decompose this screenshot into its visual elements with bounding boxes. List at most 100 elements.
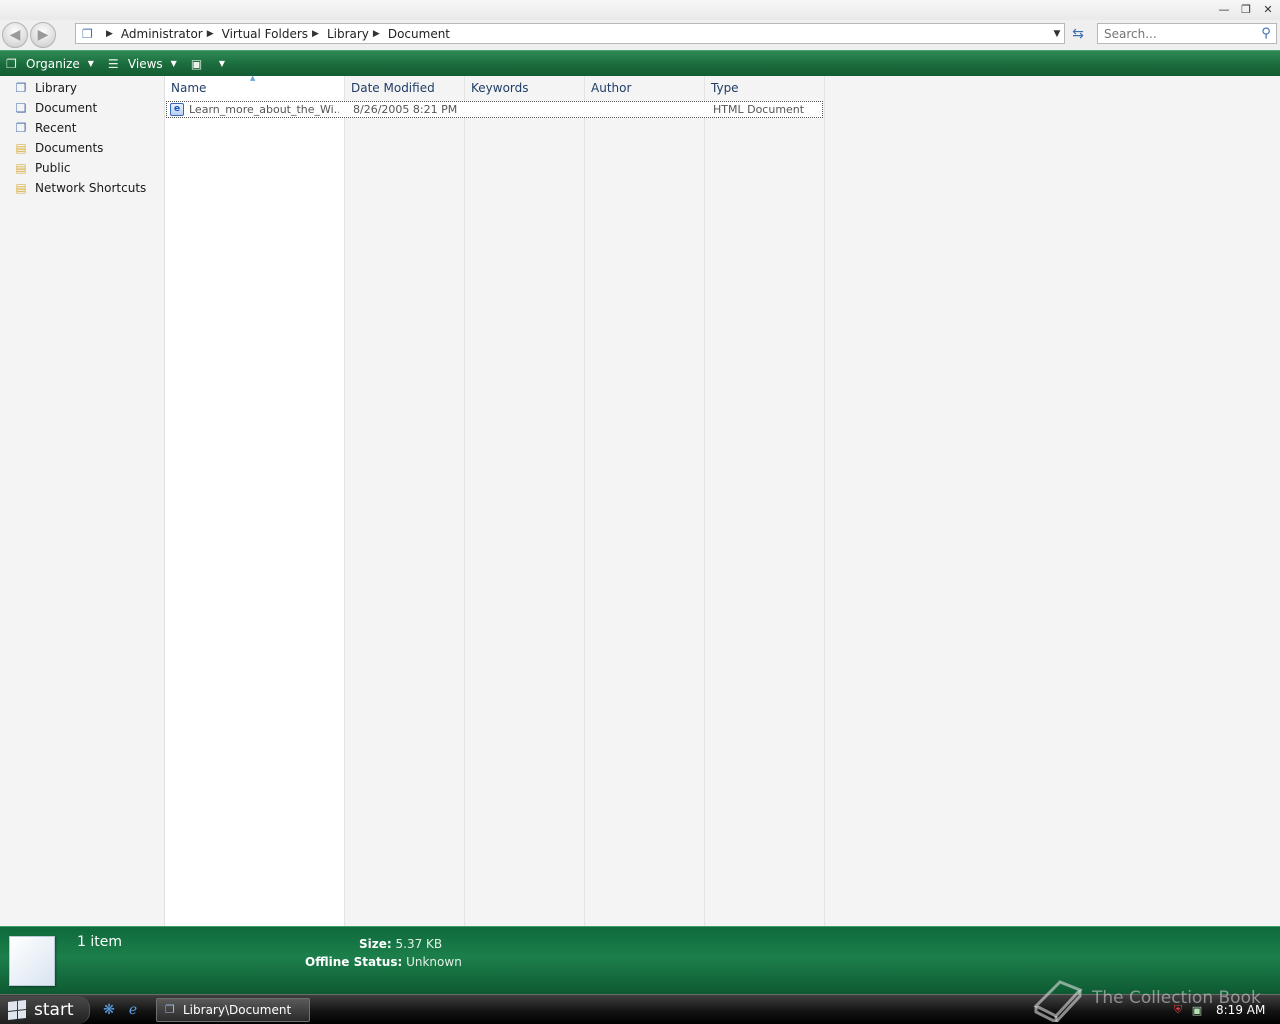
nav-item-document[interactable]: ❏ Document: [0, 98, 164, 118]
explorer-window-icon: ❐: [165, 1003, 175, 1016]
file-type: HTML Document: [713, 103, 805, 116]
column-header-label: Author: [591, 81, 632, 95]
breadcrumb-document[interactable]: Document: [388, 27, 450, 41]
html-document-icon: e: [170, 103, 184, 116]
folder-icon: ▤: [15, 161, 27, 175]
refresh-icon[interactable]: ⇆: [1068, 24, 1088, 44]
recent-icon: ❐: [15, 121, 27, 135]
window-caption: — ❐ ✕: [0, 0, 1280, 20]
address-row: ◀ ▶ ❐ ▶ Administrator ▶ Virtual Folders …: [0, 20, 1280, 50]
caption-buttons: — ❐ ✕: [1214, 2, 1278, 17]
column-header-author[interactable]: Author: [585, 76, 705, 100]
breadcrumb-virtual-folders[interactable]: Virtual Folders: [222, 27, 308, 41]
nav-item-label: Public: [35, 161, 71, 175]
taskbar-window-library-document[interactable]: ❐ Library\Document: [156, 998, 310, 1022]
nav-item-label: Network Shortcuts: [35, 181, 147, 195]
document-icon: ❏: [15, 101, 27, 115]
layout-button[interactable]: ▣ ▼: [191, 57, 225, 71]
search-icon[interactable]: ⚲: [1256, 26, 1276, 41]
forward-button[interactable]: ▶: [30, 22, 56, 48]
file-author: [593, 102, 703, 117]
item-count: 1 item: [77, 934, 122, 950]
date-column-background: [345, 76, 465, 926]
nav-item-documents[interactable]: ▤ Documents: [0, 138, 164, 158]
back-arrow-icon: ◀: [9, 27, 21, 43]
offline-status-value: Unknown: [406, 955, 462, 969]
chevron-down-icon: ▼: [170, 59, 177, 68]
size-label: Size:: [359, 937, 392, 951]
nav-item-public[interactable]: ▤ Public: [0, 158, 164, 178]
taskbar-clock[interactable]: 8:19 AM: [1216, 1003, 1265, 1017]
start-label: start: [34, 1000, 74, 1020]
start-button[interactable]: start: [0, 996, 90, 1024]
nav-item-library[interactable]: ❐ Library: [0, 78, 164, 98]
breadcrumb-separator-icon[interactable]: ▶: [207, 29, 214, 39]
breadcrumb-separator-icon[interactable]: ▶: [373, 29, 380, 39]
column-header-name[interactable]: ▲ Name: [165, 74, 345, 100]
keywords-column-background: [465, 76, 585, 926]
network-tray-icon[interactable]: ▣: [1190, 1003, 1204, 1017]
chevron-down-icon: ▼: [87, 59, 94, 68]
security-shield-tray-icon[interactable]: ⛨: [1171, 1003, 1185, 1017]
chevron-down-icon: ▼: [218, 59, 225, 68]
offline-status-label: Offline Status:: [305, 955, 403, 969]
file-keywords: [473, 102, 583, 117]
views-button[interactable]: ☰ Views ▼: [108, 57, 177, 71]
size-value: 5.37 KB: [395, 937, 443, 951]
nav-item-label: Document: [35, 101, 98, 115]
file-name: Learn_more_about_the_Wi...: [189, 103, 339, 116]
virtual-folder-icon: ❐: [82, 26, 93, 41]
column-header-label: Name: [171, 81, 207, 95]
sort-indicator-icon: ▲: [250, 74, 256, 82]
navigation-pane: ❐ Library ❏ Document ❐ Recent ▤ Document…: [0, 76, 165, 926]
nav-item-label: Recent: [35, 121, 77, 135]
command-bar: ❐ Organize ▼ ☰ Views ▼ ▣ ▼: [0, 50, 1280, 76]
breadcrumb-separator-icon[interactable]: ▶: [312, 29, 319, 39]
column-header-label: Date Modified: [351, 81, 435, 95]
type-column-background: [705, 76, 825, 926]
details-pane: 1 item Size: 5.37 KB Offline Status: Unk…: [0, 926, 1280, 994]
taskbar-window-label: Library\Document: [183, 1003, 292, 1017]
breadcrumb-separator-icon[interactable]: ▶: [106, 29, 113, 39]
back-button[interactable]: ◀: [2, 22, 28, 48]
organize-icon: ❐: [6, 56, 17, 71]
search-box[interactable]: ⚲: [1097, 23, 1277, 44]
taskbar: start ❋ ℯ ❐ Library\Document ⛨ ▣ 8:19 AM: [0, 994, 1280, 1024]
file-date-modified: 8/26/2005 8:21 PM: [353, 103, 458, 116]
windows-logo-icon: [8, 1000, 26, 1020]
nav-item-recent[interactable]: ❐ Recent: [0, 118, 164, 138]
file-list[interactable]: ▲ Name Date Modified Keywords Author Typ…: [165, 74, 1280, 926]
quick-launch-internet-explorer-icon[interactable]: ℯ: [124, 1001, 142, 1019]
quick-launch-media-icon[interactable]: ❋: [100, 1001, 118, 1019]
nav-item-network-shortcuts[interactable]: ▤ Network Shortcuts: [0, 178, 164, 198]
organize-label: Organize: [26, 56, 80, 71]
column-header-label: Keywords: [471, 81, 529, 95]
offline-status-property: Offline Status: Unknown: [305, 955, 462, 969]
minimize-button[interactable]: —: [1214, 2, 1234, 17]
search-input[interactable]: [1098, 24, 1256, 43]
forward-arrow-icon: ▶: [37, 27, 49, 43]
file-thumbnail: [9, 936, 55, 986]
address-bar[interactable]: ❐ ▶ Administrator ▶ Virtual Folders ▶ Li…: [75, 23, 1065, 44]
library-icon: ❐: [15, 81, 27, 95]
nav-item-label: Library: [35, 81, 77, 95]
column-header-date-modified[interactable]: Date Modified: [345, 76, 465, 100]
folder-icon: ▤: [15, 181, 27, 195]
author-column-background: [585, 76, 705, 926]
folder-icon: ▤: [15, 141, 27, 155]
layout-pane-icon: ▣: [190, 56, 203, 71]
column-header-label: Type: [711, 81, 739, 95]
size-property: Size: 5.37 KB: [359, 937, 442, 951]
restore-button[interactable]: ❐: [1236, 2, 1256, 17]
breadcrumb-library[interactable]: Library: [327, 27, 369, 41]
organize-button[interactable]: ❐ Organize ▼: [6, 57, 94, 71]
nav-item-label: Documents: [35, 141, 104, 155]
name-column-background: [165, 76, 345, 926]
address-dropdown-icon[interactable]: ▼: [1050, 23, 1064, 44]
close-button[interactable]: ✕: [1258, 2, 1278, 17]
column-header-type[interactable]: Type: [705, 76, 825, 100]
file-row[interactable]: e Learn_more_about_the_Wi... 8/26/2005 8…: [166, 101, 823, 118]
breadcrumb-administrator[interactable]: Administrator: [121, 27, 203, 41]
views-label: Views: [127, 56, 163, 71]
column-header-keywords[interactable]: Keywords: [465, 76, 585, 100]
